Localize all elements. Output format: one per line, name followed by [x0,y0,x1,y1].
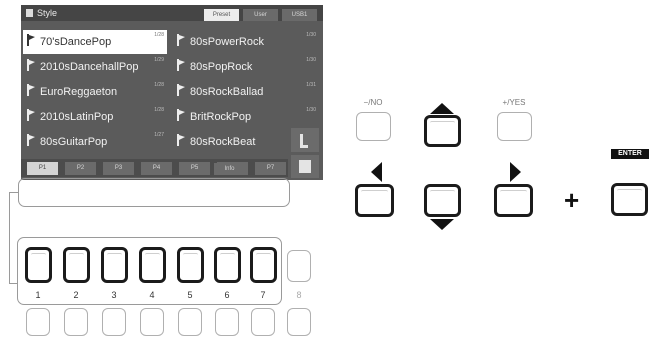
enter-key-label: ENTER [611,149,649,159]
file-item[interactable]: 80sPopRock 1/30 [173,55,319,79]
file-number: 1/29 [154,57,164,63]
upper-button-7[interactable] [250,247,277,283]
upper-button-6[interactable] [214,247,241,283]
plus-sign: + [564,185,580,215]
style-file-icon [176,84,186,96]
style-file-icon [26,109,36,121]
page-bar: P1P2P3P4P5P6P7 [21,159,288,177]
file-number: 1/28 [154,107,164,113]
button-number-label: 7 [260,290,266,300]
lower-button-8[interactable] [287,308,311,336]
file-name: 70'sDancePop [40,36,112,48]
style-icon [26,9,33,17]
file-name: 80sPowerRock [190,36,264,48]
lower-button-5[interactable] [178,308,202,336]
file-item[interactable]: 2010sLatinPop 1/28 [23,105,167,129]
button-number-label: 5 [187,290,193,300]
up-arrow-icon [300,134,308,148]
file-item[interactable]: BritRockPop 1/30 [173,105,319,129]
lower-button-7[interactable] [251,308,275,336]
cursor-up-button[interactable] [424,115,461,147]
lower-button-2[interactable] [64,308,88,336]
cursor-right-arrow-icon [510,162,521,182]
lower-button-4[interactable] [140,308,164,336]
upper-button-1[interactable] [25,247,52,283]
file-item[interactable]: 70'sDancePop 1/28 [23,30,167,54]
yes-button[interactable] [497,112,532,141]
cursor-left-arrow-icon [371,162,382,182]
page-button[interactable]: P1 [27,162,58,175]
cursor-right-button[interactable] [494,184,533,217]
upper-button-5[interactable] [177,247,204,283]
button-number-label: 1 [35,290,41,300]
no-key-label: −/NO [363,98,383,107]
style-file-icon [176,34,186,46]
up-folder-button[interactable] [291,128,319,152]
button-number-label: 6 [224,290,230,300]
info-button[interactable]: Info [214,163,245,175]
title-bar: Style Preset User USB1 [21,5,323,21]
lower-button-3[interactable] [102,308,126,336]
style-file-icon [176,134,186,146]
style-file-icon [26,59,36,71]
file-name: EuroReggaeton [40,86,118,98]
upper-button-4[interactable] [139,247,166,283]
save-icon [299,160,311,173]
yes-key-label: +/YES [502,98,526,107]
file-name: 2010sLatinPop [40,111,114,123]
tab-bar: Preset User USB1 [204,9,317,21]
file-item[interactable]: 80sPowerRock 1/30 [173,30,319,54]
file-number: 1/28 [154,32,164,38]
page-button[interactable]: P5 [179,162,210,175]
style-file-icon [26,134,36,146]
no-button[interactable] [356,112,391,141]
lower-button-6[interactable] [215,308,239,336]
style-file-icon [26,84,36,96]
file-name: 80sRockBeat [190,136,256,148]
page-button[interactable]: P3 [103,162,134,175]
file-number: 1/27 [154,132,164,138]
upper-button-3[interactable] [101,247,128,283]
button-number-label: 4 [149,290,155,300]
cursor-up-arrow-icon [430,103,454,114]
upper-button-8[interactable] [287,250,311,282]
save-button[interactable] [291,155,319,178]
enter-button[interactable] [611,183,648,216]
tab-usb1[interactable]: USB1 [282,9,317,21]
file-item[interactable]: 80sRockBallad 1/31 [173,80,319,104]
button-number-label: 2 [73,290,79,300]
style-file-icon [26,34,36,46]
file-name: 80sPopRock [190,61,253,73]
page-bar-callout [18,178,290,207]
file-item[interactable]: 80sGuitarPop 1/27 [23,130,167,154]
page-button[interactable]: P2 [65,162,96,175]
tab-user[interactable]: User [243,9,278,21]
cursor-down-button[interactable] [424,184,461,217]
file-item[interactable]: EuroReggaeton 1/28 [23,80,167,104]
style-file-icon [176,59,186,71]
cursor-down-arrow-icon [430,219,454,230]
style-file-icon [176,109,186,121]
file-name: 80sGuitarPop [40,136,108,148]
display-screen: Style Preset User USB1 70'sDancePop 1/28 8… [21,5,323,180]
file-name: 80sRockBallad [190,86,264,98]
file-number: 1/31 [306,82,316,88]
tab-preset[interactable]: Preset [204,9,239,21]
screen-title: Style [37,8,58,18]
button-number-label: 8 [296,290,302,300]
page-button[interactable]: P7 [255,162,286,175]
file-number: 1/30 [306,107,316,113]
file-name: BritRockPop [190,111,252,123]
file-number: 1/28 [154,82,164,88]
file-number: 1/30 [306,32,316,38]
button-number-label: 3 [111,290,117,300]
upper-button-2[interactable] [63,247,90,283]
lower-button-1[interactable] [26,308,50,336]
file-item[interactable]: 2010sDancehallPop 1/29 [23,55,167,79]
file-number: 1/30 [306,57,316,63]
page-button[interactable]: P4 [141,162,172,175]
file-name: 2010sDancehallPop [40,61,139,73]
cursor-left-button[interactable] [355,184,394,217]
